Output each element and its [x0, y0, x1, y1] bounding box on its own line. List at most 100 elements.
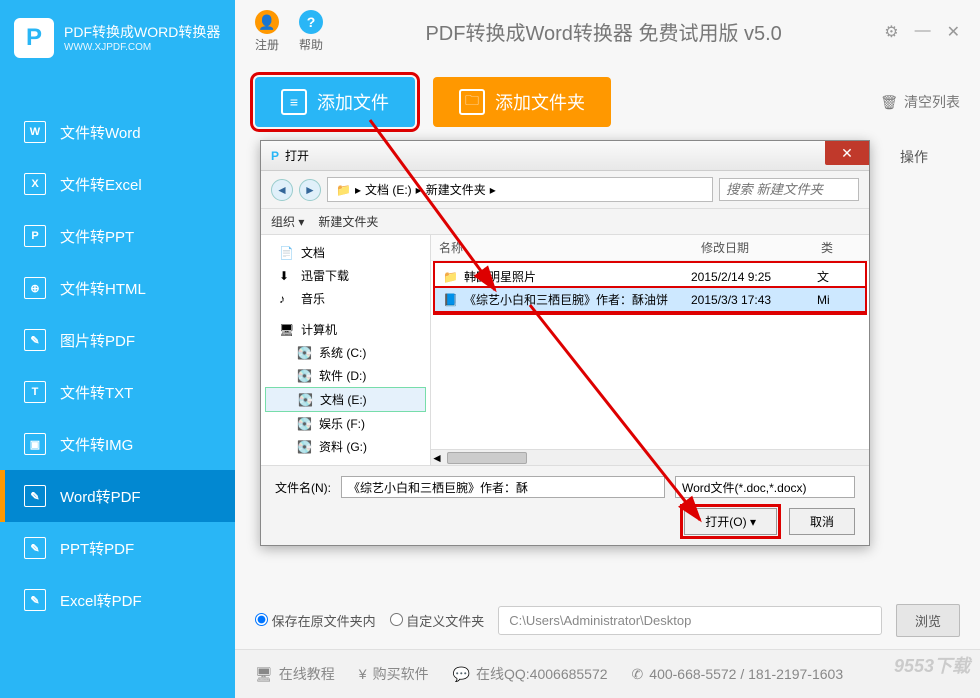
horizontal-scrollbar[interactable]: ◄ [431, 449, 869, 465]
file-row[interactable]: 📘《综艺小白和三栖巨腕》作者：酥油饼2015/3/3 17:43Mi [435, 288, 865, 311]
file-icon: 📁 [443, 270, 458, 284]
clear-label: 清空列表 [904, 92, 960, 112]
sidebar-item-7[interactable]: ✎ Word转PDF [0, 470, 235, 522]
settings-icon[interactable]: ⚙ [884, 22, 898, 42]
sidebar: P PDF转换成WORD转换器 WWW.XJPDF.COM W文件转WordX文… [0, 0, 235, 698]
file-list: 名称 修改日期 类 📁韩国明星照片2015/2/14 9:25文📘《综艺小白和三… [431, 235, 869, 465]
add-file-button[interactable]: ≡ 添加文件 [255, 77, 415, 127]
col-date[interactable]: 修改日期 [701, 239, 821, 256]
app-title: PDF转换成Word转换器 免费试用版 v5.0 [343, 17, 864, 46]
sidebar-item-9[interactable]: ✎Excel转PDF [0, 574, 235, 626]
sidebar-item-2[interactable]: P 文件转PPT [0, 210, 235, 262]
logo-badge: P [14, 18, 54, 58]
dialog-title: 打开 [285, 147, 309, 164]
keep-original-radio[interactable]: 保存在原文件夹内 [255, 611, 376, 630]
nav-label: 文件转Excel [60, 174, 142, 195]
titlebar: 👤 注册 ? 帮助 PDF转换成Word转换器 免费试用版 v5.0 ⚙ — ✕ [235, 0, 980, 63]
output-bar: 保存在原文件夹内 自定义文件夹 浏览 [235, 592, 980, 649]
nav-forward-button[interactable]: ► [299, 179, 321, 201]
tree-computer[interactable]: 🖥计算机 [265, 318, 426, 341]
filename-input[interactable] [341, 476, 665, 498]
register-label: 注册 [255, 36, 279, 53]
dialog-close-button[interactable]: ✕ [825, 141, 869, 165]
tree-thunder[interactable]: ⬇迅雷下载 [265, 264, 426, 287]
tutorial-link[interactable]: 🖥在线教程 [255, 664, 335, 684]
sidebar-item-6[interactable]: ▣文件转IMG [0, 418, 235, 470]
nav-icon: ✎ [24, 537, 46, 559]
phone-text: ✆400-668-5572 / 181-2197-1603 [632, 666, 844, 683]
nav-icon: ✎ [24, 485, 46, 507]
nav: W文件转WordX文件转ExcelP文件转PPT⊕文件转HTML✎图片转PDFT… [0, 106, 235, 626]
file-icon: 📘 [443, 293, 458, 307]
nav-icon: W [24, 121, 46, 143]
sidebar-item-1[interactable]: X 文件转Excel [0, 158, 235, 210]
logo-title: PDF转换成WORD转换器 [64, 23, 220, 41]
new-folder-button[interactable]: 新建文件夹 [318, 213, 378, 230]
tree-drive-0[interactable]: 💽系统 (C:) [265, 341, 426, 364]
nav-icon: ⊕ [24, 277, 46, 299]
add-folder-label: 添加文件夹 [495, 89, 585, 115]
logo-subtitle: WWW.XJPDF.COM [64, 42, 220, 53]
sidebar-item-4[interactable]: ✎图片转PDF [0, 314, 235, 366]
yen-icon: ¥ [359, 666, 367, 682]
help-button[interactable]: ? 帮助 [299, 10, 323, 53]
file-open-dialog: P 打开 ✕ ◄ ► 📁 ▸文档 (E:) ▸新建文件夹▸ 组织 ▾ 新建文件夹… [260, 140, 870, 546]
add-folder-button[interactable]: 🗀 添加文件夹 [433, 77, 611, 127]
monitor-icon: 🖥 [255, 666, 273, 683]
user-icon: 👤 [255, 10, 279, 34]
filetype-select[interactable] [675, 476, 855, 498]
dialog-search-input[interactable] [719, 178, 859, 201]
nav-label: 文件转HTML [60, 278, 146, 299]
toolbar: ≡ 添加文件 🗀 添加文件夹 🗑 清空列表 [235, 63, 980, 141]
sidebar-item-5[interactable]: T 文件转TXT [0, 366, 235, 418]
file-row[interactable]: 📁韩国明星照片2015/2/14 9:25文 [435, 265, 865, 288]
dialog-toolbar: 组织 ▾ 新建文件夹 [261, 209, 869, 235]
nav-label: 文件转IMG [60, 434, 133, 455]
tree-docs[interactable]: 📄文档 [265, 241, 426, 264]
nav-label: Word转PDF [60, 486, 141, 507]
nav-icon: ✎ [24, 329, 46, 351]
phone-icon: ✆ [632, 666, 644, 683]
nav-label: 文件转PPT [60, 226, 134, 247]
col-type[interactable]: 类 [821, 239, 861, 256]
tree-music[interactable]: ♪音乐 [265, 287, 426, 310]
window-controls: ⚙ — ✕ [884, 22, 960, 42]
chat-icon: 💬 [453, 666, 470, 683]
path-bar[interactable]: 📁 ▸文档 (E:) ▸新建文件夹▸ [327, 177, 713, 202]
sidebar-item-0[interactable]: W文件转Word [0, 106, 235, 158]
tree-drive-1[interactable]: 💽软件 (D:) [265, 364, 426, 387]
browse-button[interactable]: 浏览 [896, 604, 960, 637]
close-icon[interactable]: ✕ [947, 22, 960, 42]
folder-tree: 📄文档 ⬇迅雷下载 ♪音乐 🖥计算机 💽系统 (C:)💽软件 (D:)💽文档 (… [261, 235, 431, 465]
clear-list-button[interactable]: 🗑 清空列表 [880, 92, 960, 112]
nav-icon: T [24, 381, 46, 403]
nav-back-button[interactable]: ◄ [271, 179, 293, 201]
logo: P PDF转换成WORD转换器 WWW.XJPDF.COM [0, 0, 235, 76]
organize-menu[interactable]: 组织 ▾ [271, 213, 304, 230]
nav-icon: X [24, 173, 46, 195]
nav-icon: P [24, 225, 46, 247]
minimize-icon[interactable]: — [915, 22, 931, 42]
folder-icon: 📁 [336, 183, 351, 197]
file-list-header: 名称 修改日期 类 [431, 235, 869, 261]
tree-drive-3[interactable]: 💽娱乐 (F:) [265, 412, 426, 435]
nav-icon: ✎ [24, 589, 46, 611]
help-icon: ? [299, 10, 323, 34]
output-path-input[interactable] [498, 606, 882, 635]
qq-link[interactable]: 💬在线QQ:4006685572 [453, 664, 608, 684]
buy-link[interactable]: ¥购买软件 [359, 664, 429, 684]
col-name[interactable]: 名称 [439, 239, 701, 256]
app-icon: P [271, 149, 279, 163]
tree-drive-4[interactable]: 💽资料 (G:) [265, 435, 426, 458]
sidebar-item-3[interactable]: ⊕ 文件转HTML [0, 262, 235, 314]
register-button[interactable]: 👤 注册 [255, 10, 279, 53]
add-file-label: 添加文件 [317, 89, 389, 115]
open-button[interactable]: 打开(O) ▾ [684, 508, 777, 535]
custom-folder-radio[interactable]: 自定义文件夹 [390, 611, 485, 630]
file-icon: ≡ [281, 89, 307, 115]
folder-icon: 🗀 [459, 89, 485, 115]
sidebar-item-8[interactable]: ✎PPT转PDF [0, 522, 235, 574]
cancel-button[interactable]: 取消 [789, 508, 855, 535]
nav-label: 文件转TXT [60, 382, 133, 403]
tree-drive-2[interactable]: 💽文档 (E:) [265, 387, 426, 412]
